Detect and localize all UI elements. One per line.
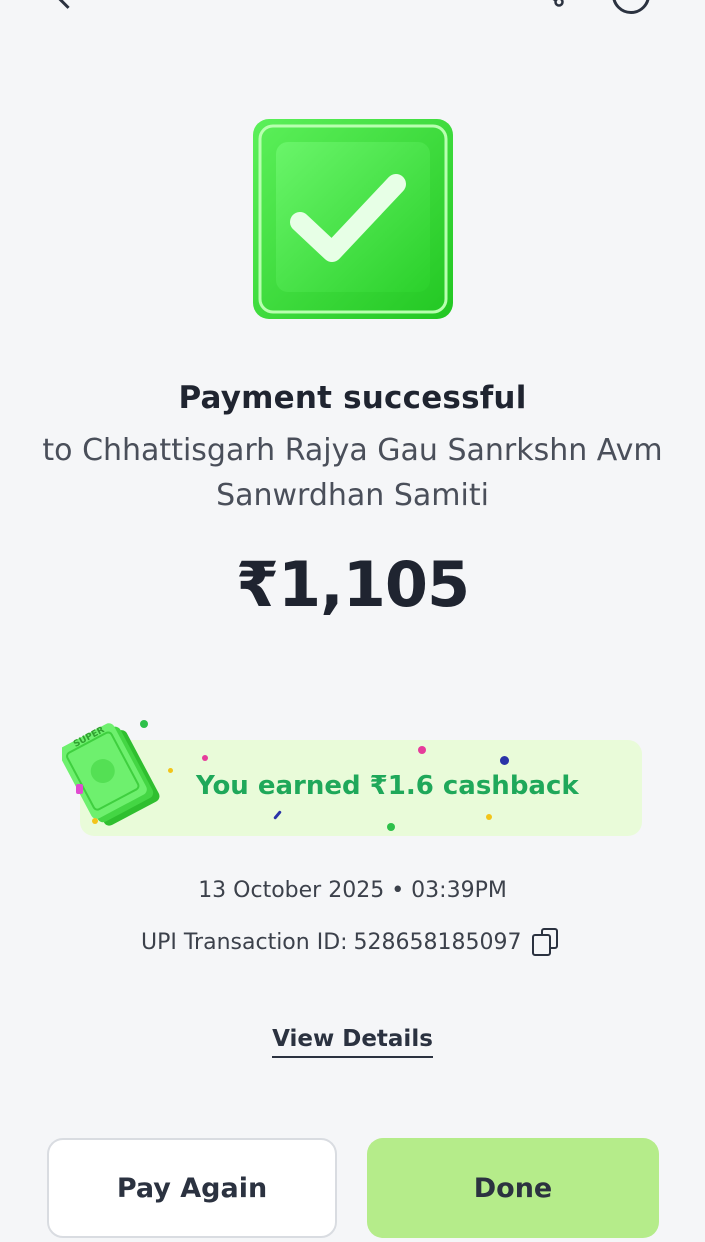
confetti [387, 823, 395, 831]
payee-name: to Chhattisgarh Rajya Gau Sanrkshn Avm S… [42, 433, 663, 513]
share-icon[interactable] [540, 0, 566, 8]
pay-again-button[interactable]: Pay Again [47, 1138, 337, 1238]
cashback-text: You earned ₹1.6 cashback [196, 771, 579, 801]
confetti [168, 768, 173, 773]
help-icon[interactable] [612, 0, 650, 14]
confetti [140, 720, 148, 728]
confetti [76, 784, 83, 794]
view-details-row: View Details [0, 1026, 705, 1058]
check-icon [253, 119, 453, 319]
copy-icon[interactable] [531, 928, 558, 956]
upi-transaction-label: UPI Transaction ID: [141, 929, 348, 955]
upi-transaction-id: 528658185097 [353, 929, 522, 955]
confetti [202, 755, 208, 761]
confetti [500, 756, 509, 765]
done-button[interactable]: Done [367, 1138, 659, 1238]
view-details-link[interactable]: View Details [272, 1026, 433, 1058]
cash-bundle-icon: SUPER [62, 723, 160, 826]
payment-status-title: Payment successful [178, 380, 527, 416]
payment-success-screen: Payment successful to Chhattisgarh Rajya… [0, 0, 705, 1242]
chevron-left-icon[interactable] [54, 0, 81, 9]
confetti [92, 818, 98, 824]
transaction-datetime: 13 October 2025 • 03:39PM [198, 878, 507, 903]
payment-amount: ₹1,105 [235, 548, 470, 621]
confetti [486, 814, 492, 820]
upi-transaction-row: UPI Transaction ID: 528658185097 [141, 926, 558, 958]
confetti [418, 746, 426, 754]
